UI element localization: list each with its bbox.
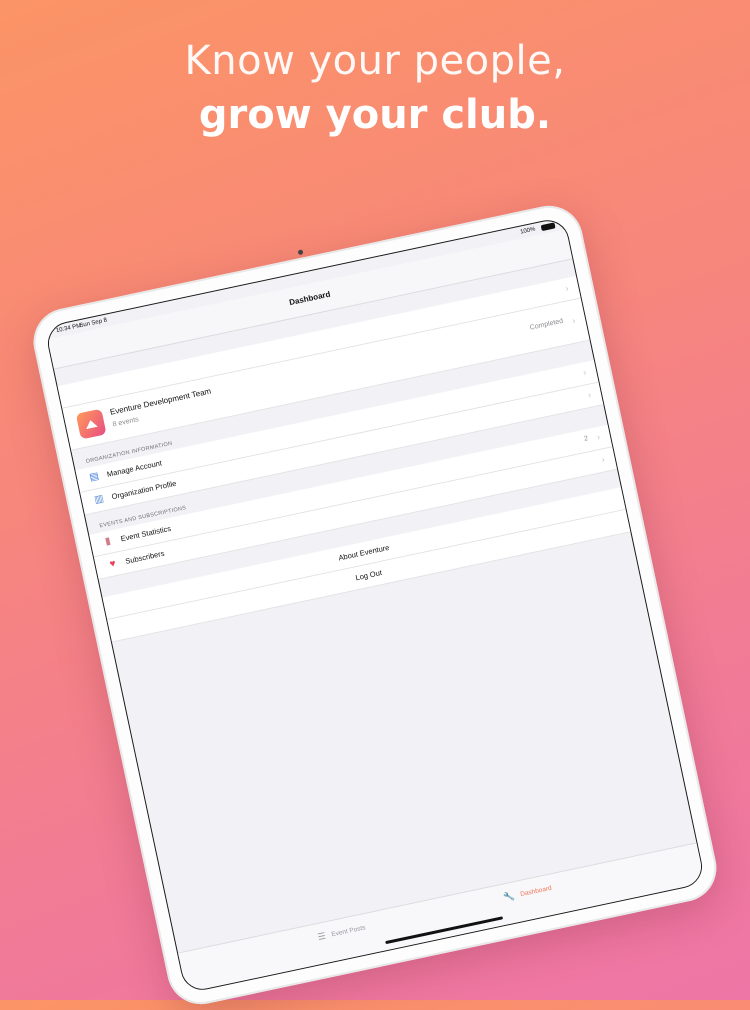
row-label: Subscribers (124, 548, 166, 566)
dashboard-content: › Eventure Development Team 8 events Com… (54, 258, 697, 953)
row-label: Event Statistics (119, 523, 172, 544)
org-logo (75, 408, 107, 440)
chevron-right-icon: › (571, 315, 577, 326)
tab-event-posts[interactable]: ☰ Event Posts (317, 922, 367, 943)
battery-percent: 100% (519, 226, 537, 236)
org-event-count: 8 events (112, 416, 140, 429)
chevron-right-icon: › (586, 389, 592, 401)
tab-label: Dashboard (519, 884, 553, 899)
row-label: Manage Account (106, 458, 163, 479)
document-icon: ▤ (88, 470, 101, 484)
list-icon: ☰ (316, 930, 327, 943)
chevron-right-icon: › (600, 454, 606, 465)
camera-icon (297, 249, 304, 256)
profile-icon: ▥ (93, 493, 105, 506)
page-title: Dashboard (288, 289, 332, 308)
wrench-icon: 🔧 (502, 890, 516, 903)
tablet-screen: 10:34 PM Sun Sep 8 100% Dashboard › Even… (43, 216, 707, 994)
chevron-right-icon: › (595, 431, 601, 443)
tab-label: Event Posts (330, 924, 367, 939)
battery-icon (540, 222, 556, 232)
headline-line-2: grow your club. (198, 92, 552, 138)
chevron-right-icon: › (564, 282, 570, 294)
chevron-right-icon: › (582, 367, 588, 378)
row-count: 2 (583, 435, 589, 443)
org-status: Completed (529, 317, 564, 332)
home-indicator[interactable] (385, 916, 504, 945)
heart-icon: ♥ (108, 558, 117, 571)
headline-line-1: Know your people, (184, 38, 566, 84)
tab-dashboard[interactable]: 🔧 Dashboard (503, 883, 553, 904)
bar-chart-icon: ▮ (104, 535, 112, 548)
tablet-frame: 10:34 PM Sun Sep 8 100% Dashboard › Even… (27, 199, 723, 1010)
